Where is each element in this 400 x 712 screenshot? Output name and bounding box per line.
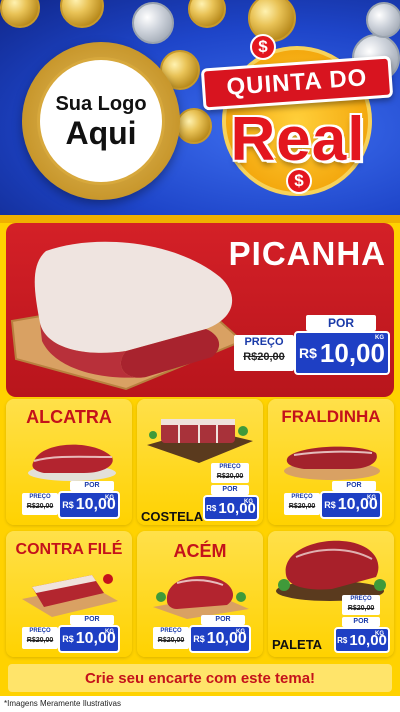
old-price-box: PREÇO R$20,00	[234, 335, 294, 371]
product-name: FRALDINHA	[281, 407, 381, 426]
costela-image	[147, 419, 253, 463]
picanha-image	[10, 241, 244, 391]
old-price: R$20,00	[216, 473, 244, 480]
por-label: POR	[211, 485, 249, 495]
old-price: R$20,00	[26, 503, 54, 510]
por-label: POR	[342, 617, 380, 627]
current-price: R$ 10,00 KG	[58, 625, 120, 653]
brand-top-text: QUINTA DO	[225, 64, 369, 101]
product-card-costela[interactable]: COSTELA PREÇO R$20,00 POR R$ 10,00 KG	[137, 399, 263, 525]
current-price: R$ 10,00 KG	[294, 331, 390, 375]
cta-banner[interactable]: Crie seu encarte com este tema!	[8, 664, 392, 692]
current-price: R$ 10,00 KG	[58, 491, 120, 519]
preco-label: PREÇO	[219, 464, 241, 470]
old-price: R$20,00	[157, 637, 185, 644]
offers-area: PICANHA POR PREÇO R$20,00 R$ 10,00 KG AL…	[0, 215, 400, 712]
coin-icon	[188, 0, 226, 28]
currency-symbol: R$	[193, 634, 205, 644]
price-tag: POR PREÇO R$20,00 R$ 10,00 KG	[284, 481, 392, 521]
product-name: COSTELA	[141, 509, 204, 524]
currency-symbol: R$	[299, 345, 317, 361]
unit-label: KG	[375, 631, 384, 637]
unit-label: KG	[236, 629, 245, 635]
brand-main-text: Real	[230, 105, 366, 174]
product-name: PALETA	[272, 637, 323, 652]
old-price-box: PREÇO R$20,00	[284, 493, 320, 515]
logo-text-line1: Sua Logo	[55, 92, 147, 115]
logo-inner-circle: Sua Logo Aqui	[37, 57, 165, 185]
unit-label: KG	[367, 495, 376, 501]
coin-icon	[60, 0, 104, 28]
product-card-alcatra[interactable]: ALCATRA POR PREÇO R$20,00 R$ 10,00 KG	[6, 399, 132, 525]
current-price: R$ 10,00 KG	[334, 627, 390, 653]
preco-label: PREÇO	[244, 336, 284, 348]
hero-product-name: PICANHA	[228, 235, 386, 272]
product-card-paleta[interactable]: PREÇO R$20,00 POR R$ 10,00 KG PALETA	[268, 531, 394, 657]
dollar-icon: $	[250, 34, 276, 60]
por-label: POR	[306, 315, 376, 331]
coin-icon	[132, 2, 174, 44]
product-name: ACÉM	[173, 541, 227, 561]
old-price: R$20,00	[347, 605, 375, 612]
alcatra-image	[28, 444, 116, 481]
product-name: CONTRA FILÉ	[15, 541, 123, 558]
product-card-acem[interactable]: ACÉM POR PREÇO R$20,00 R$ 10,00 KG	[137, 531, 263, 657]
old-price-box: PREÇO R$20,00	[342, 595, 380, 615]
current-price: R$ 10,00 KG	[320, 491, 382, 519]
unit-label: KG	[105, 495, 114, 501]
price-tag: POR PREÇO R$20,00 R$ 10,00 KG	[22, 615, 130, 655]
old-price-box: PREÇO R$20,00	[153, 627, 189, 649]
currency-symbol: R$	[206, 503, 217, 513]
product-name: ALCATRA	[26, 407, 112, 427]
coin-icon	[0, 0, 40, 28]
currency-symbol: R$	[324, 500, 336, 510]
campaign-brand: $ QUINTA DO Real $	[198, 34, 398, 205]
price-tag: PREÇO R$20,00 POR R$ 10,00 KG	[334, 595, 394, 655]
header-banner: Sua Logo Aqui $ QUINTA DO Real $	[0, 0, 400, 215]
unit-label: KG	[244, 499, 253, 505]
logo-placeholder: Sua Logo Aqui	[22, 42, 180, 200]
hero-product-card[interactable]: PICANHA POR PREÇO R$20,00 R$ 10,00 KG	[6, 223, 394, 397]
dollar-icon: $	[286, 168, 312, 194]
currency-symbol: R$	[62, 500, 74, 510]
preco-label: PREÇO	[29, 494, 51, 500]
product-card-fraldinha[interactable]: FRALDINHA POR PREÇO R$20,00 R$ 10,00 KG	[268, 399, 394, 525]
currency-symbol: R$	[62, 634, 74, 644]
unit-label: KG	[105, 629, 114, 635]
old-price-box: PREÇO R$20,00	[22, 493, 58, 515]
disclaimer-text: *Imagens Meramente Ilustrativas	[0, 696, 400, 712]
product-card-contra-file[interactable]: CONTRA FILÉ POR PREÇO R$20,00 R$ 10,00 K…	[6, 531, 132, 657]
por-label: POR	[70, 481, 114, 491]
price-tag: POR PREÇO R$20,00 R$ 10,00 KG	[22, 481, 130, 521]
preco-label: PREÇO	[291, 494, 313, 500]
unit-label: KG	[375, 335, 384, 341]
por-label: POR	[201, 615, 245, 625]
por-label: POR	[70, 615, 114, 625]
currency-symbol: R$	[337, 635, 348, 645]
contra-file-image	[22, 574, 118, 617]
hero-price-tag: POR PREÇO R$20,00 R$ 10,00 KG	[234, 315, 394, 379]
price-tag: PREÇO R$20,00 POR R$ 10,00 KG	[203, 463, 263, 523]
acem-image	[153, 576, 249, 619]
preco-label: PREÇO	[350, 596, 372, 602]
old-price-box: PREÇO R$20,00	[22, 627, 58, 649]
por-label: POR	[332, 481, 376, 491]
fraldinha-image	[284, 446, 380, 480]
current-price: R$ 10,00 KG	[203, 495, 259, 521]
logo-text-line2: Aqui	[65, 114, 137, 151]
old-price-box: PREÇO R$20,00	[211, 463, 249, 483]
current-price: R$ 10,00 KG	[189, 625, 251, 653]
price-tag: POR PREÇO R$20,00 R$ 10,00 KG	[153, 615, 261, 655]
preco-label: PREÇO	[29, 628, 51, 634]
old-price: R$20,00	[26, 637, 54, 644]
old-price: R$20,00	[288, 503, 316, 510]
preco-label: PREÇO	[160, 628, 182, 634]
coin-icon	[366, 2, 400, 38]
price-value: 10,00	[319, 337, 385, 368]
old-price: R$20,00	[243, 351, 285, 363]
